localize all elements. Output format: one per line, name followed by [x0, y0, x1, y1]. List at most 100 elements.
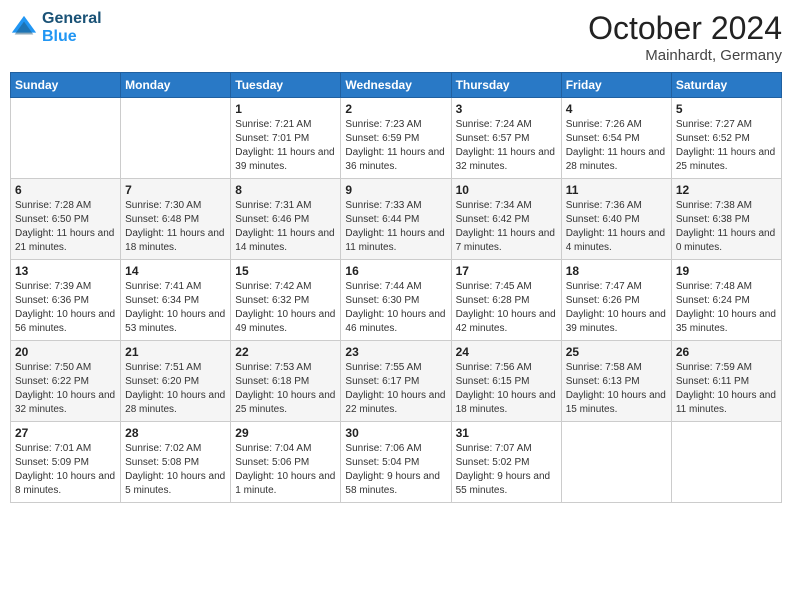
day-number: 17: [456, 264, 557, 278]
day-number: 14: [125, 264, 226, 278]
calendar-cell: 30Sunrise: 7:06 AMSunset: 5:04 PMDayligh…: [341, 422, 451, 503]
calendar-cell: 21 Sunrise: 7:51 AMSunset: 6:20 PMDayligh…: [121, 341, 231, 422]
day-number: 12: [676, 183, 777, 197]
day-info: Sunrise: 7:33 AMSunset: 6:44 PMDaylight:…: [345, 199, 446, 255]
day-number: 18: [566, 264, 667, 278]
day-number: 2: [345, 102, 446, 116]
day-info: Sunrise: 7:36 AMSunset: 6:40 PMDaylight:…: [566, 199, 667, 255]
weekday-header-monday: Monday: [121, 73, 231, 98]
day-info: Sunrise: 7:27 AMSunset: 6:52 PMDaylight:…: [676, 118, 777, 174]
day-number: 21: [125, 345, 226, 359]
day-number: 5: [676, 102, 777, 116]
weekday-header-sunday: Sunday: [11, 73, 121, 98]
day-info: Sunrise: 7:04 AMSunset: 5:06 PMDaylight:…: [235, 442, 336, 498]
calendar-cell: 4 Sunrise: 7:26 AMSunset: 6:54 PMDaylight…: [561, 98, 671, 179]
calendar-cell: 27 Sunrise: 7:01 AMSunset: 5:09 PMDayligh…: [11, 422, 121, 503]
day-number: 7: [125, 183, 226, 197]
day-number: 24: [456, 345, 557, 359]
day-number: 10: [456, 183, 557, 197]
logo-icon: [10, 14, 38, 42]
day-number: 8: [235, 183, 336, 197]
calendar-week-row: 20 Sunrise: 7:50 AMSunset: 6:22 PMDayligh…: [11, 341, 782, 422]
day-info: Sunrise: 7:55 AMSunset: 6:17 PMDaylight:…: [345, 361, 446, 417]
day-info: Sunrise: 7:45 AMSunset: 6:28 PMDaylight:…: [456, 280, 557, 336]
day-info: Sunrise: 7:30 AMSunset: 6:48 PMDaylight:…: [125, 199, 226, 255]
day-info: Sunrise: 7:56 AMSunset: 6:15 PMDaylight:…: [456, 361, 557, 417]
calendar-cell: 16 Sunrise: 7:44 AMSunset: 6:30 PMDayligh…: [341, 260, 451, 341]
day-info: Sunrise: 7:53 AMSunset: 6:18 PMDaylight:…: [235, 361, 336, 417]
calendar-cell: 12 Sunrise: 7:38 AMSunset: 6:38 PMDayligh…: [671, 179, 781, 260]
day-number: 11: [566, 183, 667, 197]
title-block: October 2024 Mainhardt, Germany: [588, 10, 782, 64]
day-number: 15: [235, 264, 336, 278]
calendar-cell: 20 Sunrise: 7:50 AMSunset: 6:22 PMDayligh…: [11, 341, 121, 422]
day-number: 27: [15, 426, 116, 440]
day-number: 28: [125, 426, 226, 440]
day-info: Sunrise: 7:23 AMSunset: 6:59 PMDaylight:…: [345, 118, 446, 174]
calendar-cell: 25Sunrise: 7:58 AMSunset: 6:13 PMDayligh…: [561, 341, 671, 422]
calendar-cell: 2 Sunrise: 7:23 AMSunset: 6:59 PMDaylight…: [341, 98, 451, 179]
calendar-cell: 26 Sunrise: 7:59 AMSunset: 6:11 PMDayligh…: [671, 341, 781, 422]
location: Mainhardt, Germany: [588, 47, 782, 64]
calendar-cell: 6Sunrise: 7:28 AMSunset: 6:50 PMDaylight…: [11, 179, 121, 260]
calendar-week-row: 1 Sunrise: 7:21 AMSunset: 7:01 PMDaylight…: [11, 98, 782, 179]
day-info: Sunrise: 7:51 AMSunset: 6:20 PMDaylight:…: [125, 361, 226, 417]
weekday-header-tuesday: Tuesday: [231, 73, 341, 98]
logo-text: General Blue: [42, 10, 102, 46]
day-info: Sunrise: 7:39 AMSunset: 6:36 PMDaylight:…: [15, 280, 116, 336]
calendar-cell: 3Sunrise: 7:24 AMSunset: 6:57 PMDaylight…: [451, 98, 561, 179]
day-number: 26: [676, 345, 777, 359]
day-info: Sunrise: 7:21 AMSunset: 7:01 PMDaylight:…: [235, 118, 336, 174]
day-info: Sunrise: 7:48 AMSunset: 6:24 PMDaylight:…: [676, 280, 777, 336]
calendar-cell: 14 Sunrise: 7:41 AMSunset: 6:34 PMDayligh…: [121, 260, 231, 341]
day-info: Sunrise: 7:47 AMSunset: 6:26 PMDaylight:…: [566, 280, 667, 336]
day-info: Sunrise: 7:07 AMSunset: 5:02 PMDaylight:…: [456, 442, 557, 498]
weekday-header-saturday: Saturday: [671, 73, 781, 98]
day-info: Sunrise: 7:58 AMSunset: 6:13 PMDaylight:…: [566, 361, 667, 417]
day-number: 23: [345, 345, 446, 359]
weekday-header-friday: Friday: [561, 73, 671, 98]
day-info: Sunrise: 7:50 AMSunset: 6:22 PMDaylight:…: [15, 361, 116, 417]
calendar-cell: 15Sunrise: 7:42 AMSunset: 6:32 PMDayligh…: [231, 260, 341, 341]
calendar-cell: 5 Sunrise: 7:27 AMSunset: 6:52 PMDaylight…: [671, 98, 781, 179]
day-number: 31: [456, 426, 557, 440]
calendar-cell: 10 Sunrise: 7:34 AMSunset: 6:42 PMDayligh…: [451, 179, 561, 260]
calendar-cell: [561, 422, 671, 503]
calendar-cell: 24 Sunrise: 7:56 AMSunset: 6:15 PMDayligh…: [451, 341, 561, 422]
day-info: Sunrise: 7:38 AMSunset: 6:38 PMDaylight:…: [676, 199, 777, 255]
calendar-cell: 8 Sunrise: 7:31 AMSunset: 6:46 PMDaylight…: [231, 179, 341, 260]
calendar-cell: 19 Sunrise: 7:48 AMSunset: 6:24 PMDayligh…: [671, 260, 781, 341]
day-number: 4: [566, 102, 667, 116]
day-number: 20: [15, 345, 116, 359]
calendar-week-row: 13Sunrise: 7:39 AMSunset: 6:36 PMDayligh…: [11, 260, 782, 341]
day-number: 30: [345, 426, 446, 440]
day-info: Sunrise: 7:41 AMSunset: 6:34 PMDaylight:…: [125, 280, 226, 336]
day-number: 19: [676, 264, 777, 278]
calendar-cell: 1 Sunrise: 7:21 AMSunset: 7:01 PMDaylight…: [231, 98, 341, 179]
calendar-cell: [121, 98, 231, 179]
month-title: October 2024: [588, 10, 782, 47]
day-info: Sunrise: 7:34 AMSunset: 6:42 PMDaylight:…: [456, 199, 557, 255]
day-number: 1: [235, 102, 336, 116]
weekday-header-wednesday: Wednesday: [341, 73, 451, 98]
calendar-cell: 23 Sunrise: 7:55 AMSunset: 6:17 PMDayligh…: [341, 341, 451, 422]
day-number: 9: [345, 183, 446, 197]
calendar-cell: 18 Sunrise: 7:47 AMSunset: 6:26 PMDayligh…: [561, 260, 671, 341]
day-number: 22: [235, 345, 336, 359]
day-info: Sunrise: 7:31 AMSunset: 6:46 PMDaylight:…: [235, 199, 336, 255]
weekday-header-thursday: Thursday: [451, 73, 561, 98]
day-info: Sunrise: 7:28 AMSunset: 6:50 PMDaylight:…: [15, 199, 116, 255]
day-info: Sunrise: 7:59 AMSunset: 6:11 PMDaylight:…: [676, 361, 777, 417]
calendar-cell: 31 Sunrise: 7:07 AMSunset: 5:02 PMDayligh…: [451, 422, 561, 503]
calendar-week-row: 6Sunrise: 7:28 AMSunset: 6:50 PMDaylight…: [11, 179, 782, 260]
calendar-week-row: 27 Sunrise: 7:01 AMSunset: 5:09 PMDayligh…: [11, 422, 782, 503]
day-info: Sunrise: 7:44 AMSunset: 6:30 PMDaylight:…: [345, 280, 446, 336]
day-number: 29: [235, 426, 336, 440]
calendar-cell: 29 Sunrise: 7:04 AMSunset: 5:06 PMDayligh…: [231, 422, 341, 503]
day-info: Sunrise: 7:01 AMSunset: 5:09 PMDaylight:…: [15, 442, 116, 498]
day-info: Sunrise: 7:24 AMSunset: 6:57 PMDaylight:…: [456, 118, 557, 174]
calendar-cell: 22 Sunrise: 7:53 AMSunset: 6:18 PMDayligh…: [231, 341, 341, 422]
day-info: Sunrise: 7:02 AMSunset: 5:08 PMDaylight:…: [125, 442, 226, 498]
day-number: 16: [345, 264, 446, 278]
day-info: Sunrise: 7:26 AMSunset: 6:54 PMDaylight:…: [566, 118, 667, 174]
